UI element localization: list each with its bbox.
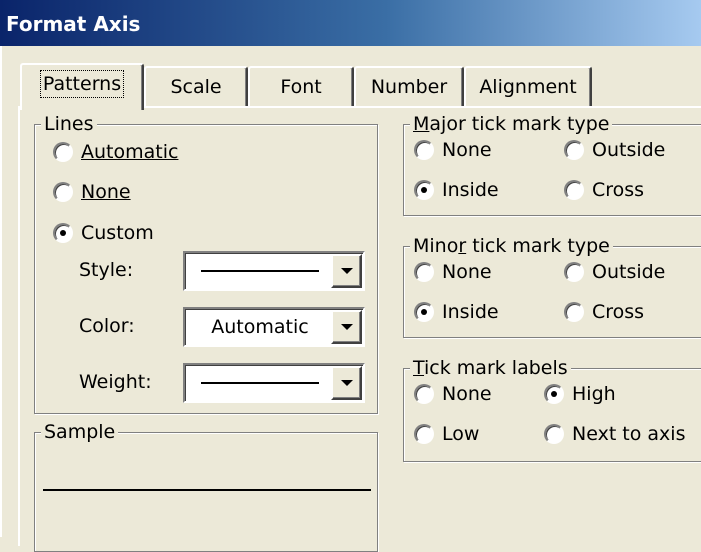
- labels-low-label: Low: [442, 423, 480, 445]
- minor-inside-label: Inside: [442, 301, 499, 323]
- title-bar[interactable]: Format Axis: [0, 0, 701, 46]
- style-dropdown[interactable]: [183, 251, 365, 291]
- major-outside-label: Outside: [592, 139, 666, 161]
- labels-next-to-axis-radio[interactable]: Next to axis: [544, 423, 685, 445]
- minor-none-label: None: [442, 261, 492, 283]
- labels-none-radio[interactable]: None: [414, 383, 492, 405]
- weight-line-preview: [201, 382, 319, 384]
- labels-none-label: None: [442, 383, 492, 405]
- radio-circle: [414, 140, 434, 160]
- major-tick-legend: Major tick mark type: [410, 113, 613, 135]
- major-outside-radio[interactable]: Outside: [564, 139, 665, 161]
- format-axis-dialog: Patterns Scale Font Number Alignment Lin…: [0, 46, 701, 552]
- sample-legend: Sample: [41, 421, 119, 443]
- radio-circle-checked: [414, 302, 434, 322]
- color-label: Color:: [79, 315, 135, 337]
- minor-tick-group: Minor tick mark type None Outside Inside…: [403, 235, 701, 338]
- radio-circle: [414, 262, 434, 282]
- major-tick-group: Major tick mark type None Outside Inside…: [403, 113, 701, 216]
- radio-circle-checked: [414, 180, 434, 200]
- tab-font-label: Font: [280, 76, 322, 98]
- minor-none-radio[interactable]: None: [414, 261, 492, 283]
- labels-high-radio[interactable]: High: [544, 383, 616, 405]
- radio-circle: [53, 142, 73, 162]
- minor-cross-label: Cross: [592, 301, 645, 323]
- labels-low-radio[interactable]: Low: [414, 423, 479, 445]
- tab-alignment-label: Alignment: [479, 76, 577, 98]
- tab-scale[interactable]: Scale: [144, 66, 248, 106]
- chevron-down-icon: [340, 324, 353, 330]
- color-dropdown-button[interactable]: [331, 310, 362, 344]
- lines-legend: Lines: [41, 113, 97, 135]
- radio-circle: [414, 384, 434, 404]
- chevron-down-icon: [340, 268, 353, 274]
- major-inside-radio[interactable]: Inside: [414, 179, 499, 201]
- tab-number-label: Number: [370, 76, 448, 98]
- weight-dropdown-button[interactable]: [331, 366, 362, 400]
- style-dropdown-button[interactable]: [331, 254, 362, 288]
- tab-patterns[interactable]: Patterns: [20, 63, 144, 110]
- sample-line-preview: [43, 489, 371, 491]
- tab-patterns-label: Patterns: [39, 70, 125, 98]
- major-none-radio[interactable]: None: [414, 139, 492, 161]
- chevron-down-icon: [340, 380, 353, 386]
- radio-circle: [564, 140, 584, 160]
- lines-group: Lines Automatic None Custom Style: Color: [34, 113, 378, 414]
- radio-circle: [544, 424, 564, 444]
- tab-font[interactable]: Font: [248, 66, 354, 106]
- weight-dropdown[interactable]: [183, 363, 365, 403]
- tick-labels-legend: Tick mark labels: [410, 357, 571, 379]
- tab-number[interactable]: Number: [354, 66, 464, 106]
- tab-scale-label: Scale: [170, 76, 222, 98]
- lines-custom-label: Custom: [81, 222, 154, 244]
- lines-automatic-label: Automatic: [81, 141, 179, 163]
- labels-high-label: High: [572, 383, 616, 405]
- radio-circle: [414, 424, 434, 444]
- color-value: Automatic: [211, 316, 309, 338]
- tick-labels-group: Tick mark labels None High Low Next to a…: [403, 357, 701, 462]
- minor-cross-radio[interactable]: Cross: [564, 301, 644, 323]
- window-title: Format Axis: [6, 12, 141, 36]
- color-dropdown[interactable]: Automatic: [183, 307, 365, 347]
- radio-circle-checked: [53, 223, 73, 243]
- minor-tick-legend: Minor tick mark type: [410, 235, 613, 257]
- lines-none-label: None: [81, 181, 131, 203]
- weight-label: Weight:: [79, 371, 152, 393]
- lines-custom-radio[interactable]: Custom: [53, 222, 154, 244]
- radio-circle: [564, 180, 584, 200]
- radio-circle: [53, 182, 73, 202]
- major-cross-label: Cross: [592, 179, 645, 201]
- major-cross-radio[interactable]: Cross: [564, 179, 644, 201]
- minor-outside-label: Outside: [592, 261, 666, 283]
- labels-next-to-axis-label: Next to axis: [572, 423, 686, 445]
- radio-circle: [564, 262, 584, 282]
- radio-circle: [564, 302, 584, 322]
- major-none-label: None: [442, 139, 492, 161]
- major-inside-label: Inside: [442, 179, 499, 201]
- tab-panel-patterns: Lines Automatic None Custom Style: Color: [18, 106, 701, 552]
- lines-automatic-radio[interactable]: Automatic: [53, 141, 178, 163]
- minor-outside-radio[interactable]: Outside: [564, 261, 665, 283]
- radio-circle-checked: [544, 384, 564, 404]
- style-label: Style:: [79, 259, 134, 281]
- lines-none-radio[interactable]: None: [53, 181, 131, 203]
- tab-alignment[interactable]: Alignment: [464, 66, 592, 106]
- minor-inside-radio[interactable]: Inside: [414, 301, 499, 323]
- sample-group: Sample: [34, 421, 378, 552]
- style-line-preview: [201, 270, 319, 272]
